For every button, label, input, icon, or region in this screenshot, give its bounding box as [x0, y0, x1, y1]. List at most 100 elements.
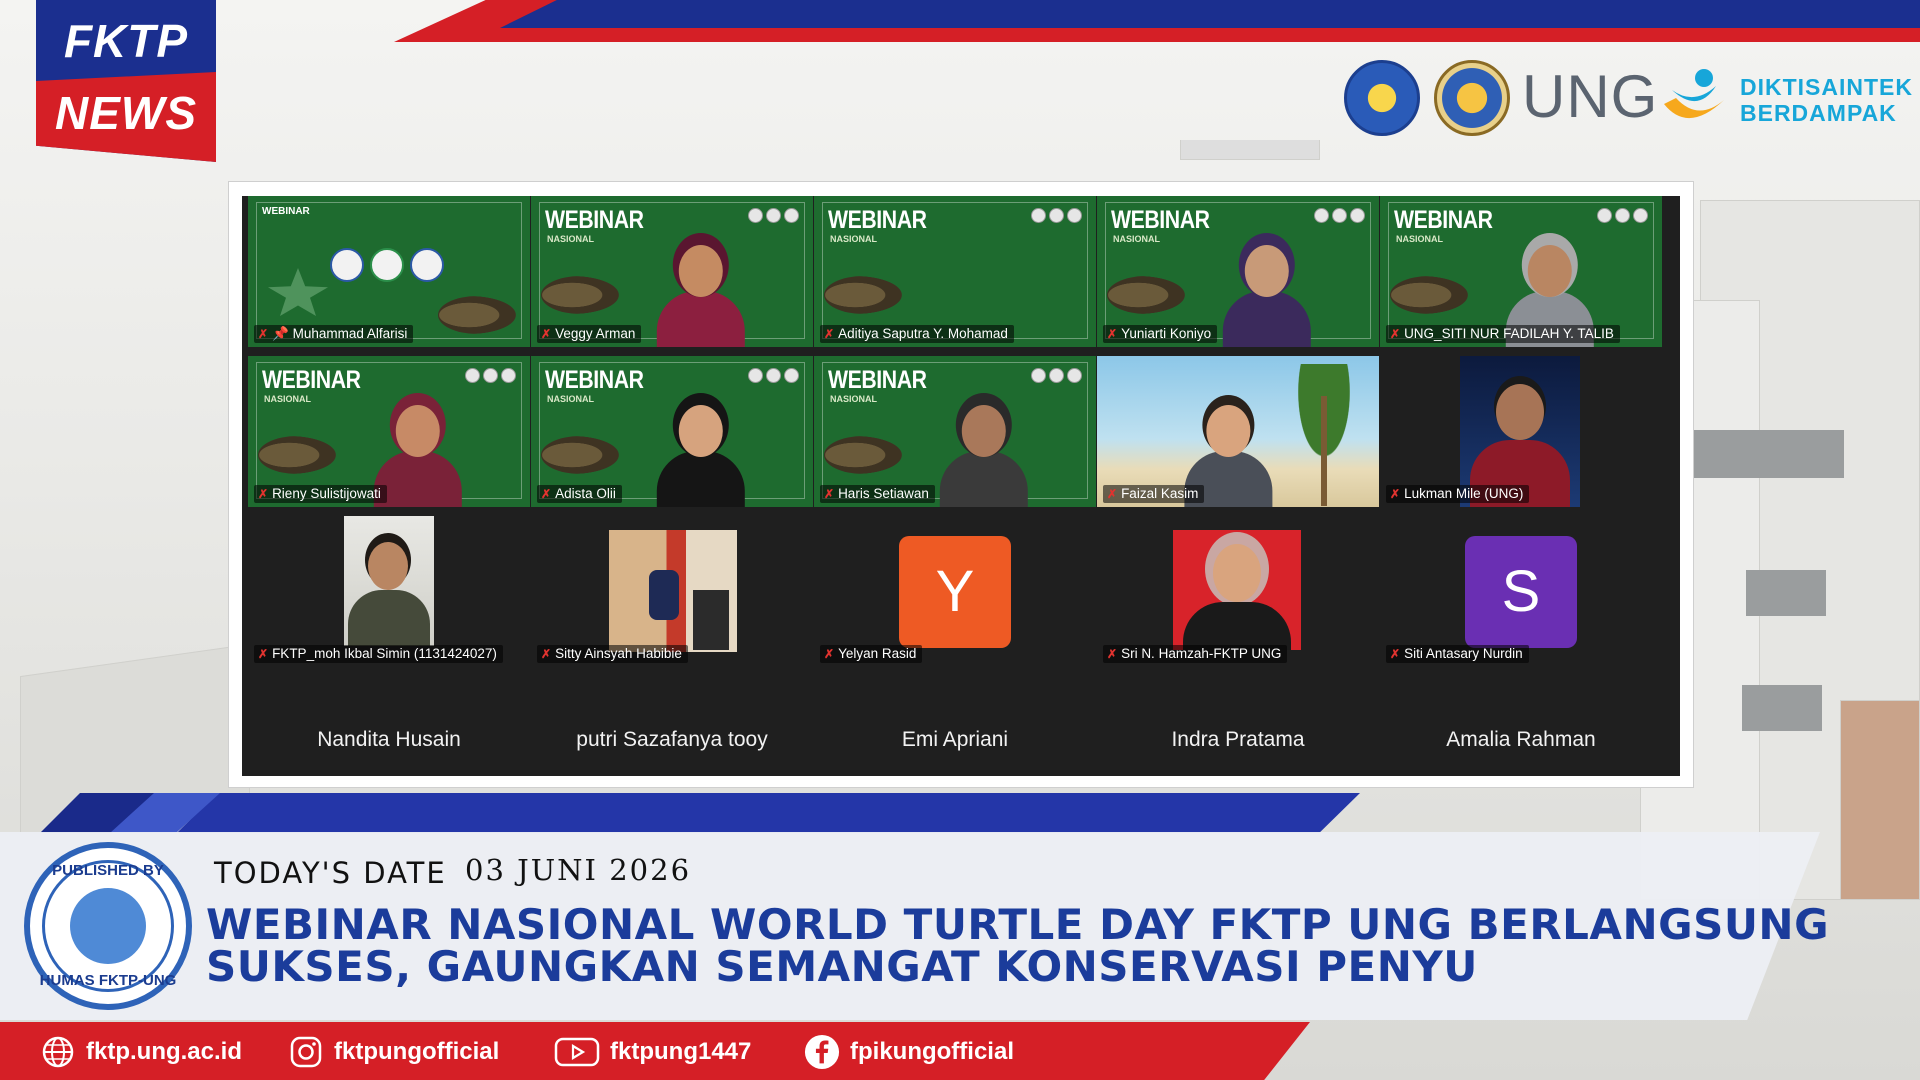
news-badge-line1: FKTP — [63, 15, 189, 67]
social-instagram-link[interactable]: fktpungofficial — [288, 1034, 499, 1070]
participant-name: ✗ Adista Olii — [537, 485, 622, 503]
pin-icon: 📌 — [272, 326, 293, 341]
participant-tile[interactable]: ✗ Faizal Kasim — [1097, 356, 1379, 507]
slide-subtitle: NASIONAL — [547, 394, 594, 404]
social-label: fktp.ung.ac.id — [86, 1038, 242, 1065]
participant-name: ✗ Yelyan Rasid — [820, 645, 923, 663]
slide-title: WEBINAR — [1111, 206, 1210, 234]
slide-subtitle: NASIONAL — [1396, 234, 1443, 244]
slide-subtitle: NASIONAL — [830, 394, 877, 404]
seal-top-text: PUBLISHED BY — [52, 862, 164, 879]
participant-name: ✗ Haris Setiawan — [820, 485, 935, 503]
slide-subtitle: NASIONAL — [547, 234, 594, 244]
social-label: fktpung1447 — [610, 1038, 752, 1065]
participant-tile[interactable]: ✗ Lukman Mile (UNG) — [1380, 356, 1662, 507]
mic-muted-icon: ✗ — [1107, 647, 1118, 661]
social-youtube-link[interactable]: fktpung1447 — [554, 1034, 751, 1070]
partner-logos: UNG DIKTISAINTEK BERDAMPAK — [1340, 56, 1912, 140]
social-website-link[interactable]: fktp.ung.ac.id — [40, 1034, 242, 1070]
participant-name-only[interactable]: Emi Apriani — [814, 728, 1096, 752]
participant-name: ✗ Faizal Kasim — [1103, 485, 1205, 503]
social-label: fpikungofficial — [850, 1038, 1014, 1065]
mic-muted-icon: ✗ — [824, 487, 835, 501]
slide-subtitle: NASIONAL — [264, 394, 311, 404]
participant-tile[interactable]: WEBINAR NASIONAL ✗ Aditiya Saputra Y. Moh… — [814, 196, 1096, 347]
participant-tile[interactable]: WEBINAR NASIONAL ✗ Rieny Sulistijowati — [248, 356, 530, 507]
participant-tile[interactable]: ✗ FKTP_moh Ikbal Simin (1131424027) — [248, 516, 530, 667]
participant-tile[interactable]: ✗ Sitty Ainsyah Habibie — [531, 516, 813, 667]
meeting-screenshot-frame: WEBINAR ✗ 📌 Muhammad Alfarisi WEBINAR NAS… — [228, 181, 1694, 788]
slide-title: WEBINAR — [545, 206, 644, 234]
mic-muted-icon: ✗ — [541, 327, 552, 341]
ung-seal-logo-icon — [1434, 60, 1510, 136]
youtube-icon — [554, 1034, 600, 1070]
participant-tile[interactable]: WEBINAR NASIONAL ✗ UNG_SITI NUR FADILAH Y… — [1380, 196, 1662, 347]
mic-muted-icon: ✗ — [541, 647, 552, 661]
headline-line1: WEBINAR NASIONAL WORLD TURTLE DAY FKTP U… — [206, 900, 1830, 949]
participant-name-only[interactable]: putri Sazafanya tooy — [531, 728, 813, 752]
humas-seal-icon: PUBLISHED BY HUMAS FKTP-UNG — [24, 842, 192, 1010]
headline: WEBINAR NASIONAL WORLD TURTLE DAY FKTP U… — [206, 904, 1846, 988]
slide-title: WEBINAR — [828, 206, 927, 234]
mic-muted-icon: ✗ — [1107, 487, 1118, 501]
mic-muted-icon: ✗ — [1390, 647, 1401, 661]
participant-name-only[interactable]: Nandita Husain — [248, 728, 530, 752]
avatar: S — [1465, 536, 1577, 648]
participant-name: ✗ Rieny Sulistijowati — [254, 485, 387, 503]
participant-name: ✗ Siti Antasary Nurdin — [1386, 645, 1529, 663]
participant-tile[interactable]: WEBINAR NASIONAL ✗ Veggy Arman — [531, 196, 813, 347]
participant-name: ✗ Aditiya Saputra Y. Mohamad — [820, 325, 1014, 343]
mic-muted-icon: ✗ — [824, 647, 835, 661]
date-label: TODAY'S DATE — [214, 856, 447, 890]
facebook-icon — [804, 1034, 840, 1070]
dikti-mark-icon — [1664, 69, 1724, 119]
participant-name: ✗ Sri N. Hamzah-FKTP UNG — [1103, 645, 1288, 663]
participant-tile[interactable]: WEBINAR NASIONAL ✗ Adista Olii — [531, 356, 813, 507]
participant-tile[interactable]: S ✗ Siti Antasary Nurdin — [1380, 516, 1662, 667]
slide-title: WEBINAR — [1394, 206, 1493, 234]
participant-name-only[interactable]: Indra Pratama — [1097, 728, 1379, 752]
participant-name: ✗ Lukman Mile (UNG) — [1386, 485, 1530, 503]
participant-tile[interactable]: WEBINAR NASIONAL ✗ Haris Setiawan — [814, 356, 1096, 507]
lower-third-stripes — [0, 793, 1360, 833]
slide-title: WEBINAR — [828, 366, 927, 394]
dikti-line1: DIKTISAINTEK — [1740, 74, 1913, 100]
slide-subtitle: NASIONAL — [830, 234, 877, 244]
mic-muted-icon: ✗ — [258, 647, 269, 661]
avatar: Y — [899, 536, 1011, 648]
participant-name: ✗ Veggy Arman — [537, 325, 642, 343]
social-label: fktpungofficial — [334, 1038, 500, 1065]
participant-tile[interactable]: ✗ Sri N. Hamzah-FKTP UNG — [1097, 516, 1379, 667]
news-badge-line2: NEWS — [55, 87, 197, 139]
seal-bottom-text: HUMAS FKTP-UNG — [39, 972, 177, 989]
mic-muted-icon: ✗ — [258, 327, 269, 341]
slide-mini-title: WEBINAR — [262, 206, 310, 217]
social-facebook-link[interactable]: fpikungofficial — [804, 1034, 1014, 1070]
participant-name: ✗ 📌 Muhammad Alfarisi — [254, 325, 414, 343]
mic-muted-icon: ✗ — [1390, 487, 1401, 501]
participant-tile[interactable]: Y ✗ Yelyan Rasid — [814, 516, 1096, 667]
slide-subtitle: NASIONAL — [1113, 234, 1160, 244]
globe-icon — [40, 1034, 76, 1070]
kemdikbud-logo-icon — [1344, 60, 1420, 136]
mic-muted-icon: ✗ — [1390, 327, 1401, 341]
dikti-line2: BERDAMPAK — [1740, 100, 1897, 126]
ung-logo-text: UNG — [1522, 63, 1659, 130]
slide-title: WEBINAR — [262, 366, 361, 394]
participant-name: ✗ Sitty Ainsyah Habibie — [537, 645, 688, 663]
participant-name: ✗ Yuniarti Koniyo — [1103, 325, 1218, 343]
participant-tile[interactable]: WEBINAR ✗ 📌 Muhammad Alfarisi — [248, 196, 530, 347]
participant-name-only[interactable]: Amalia Rahman — [1380, 728, 1662, 752]
top-blue-stripe — [500, 0, 1920, 28]
participant-tile[interactable]: WEBINAR NASIONAL ✗ Yuniarti Koniyo — [1097, 196, 1379, 347]
slide-title: WEBINAR — [545, 366, 644, 394]
mic-muted-icon: ✗ — [541, 487, 552, 501]
mic-muted-icon: ✗ — [258, 487, 269, 501]
participant-name: ✗ UNG_SITI NUR FADILAH Y. TALIB — [1386, 325, 1620, 343]
participant-name: ✗ FKTP_moh Ikbal Simin (1131424027) — [254, 645, 503, 663]
mic-muted-icon: ✗ — [1107, 327, 1118, 341]
instagram-icon — [288, 1034, 324, 1070]
date-value: 03 JUNI 2026 — [465, 853, 692, 887]
fktp-news-badge: FKTP NEWS — [36, 0, 216, 162]
mic-muted-icon: ✗ — [824, 327, 835, 341]
